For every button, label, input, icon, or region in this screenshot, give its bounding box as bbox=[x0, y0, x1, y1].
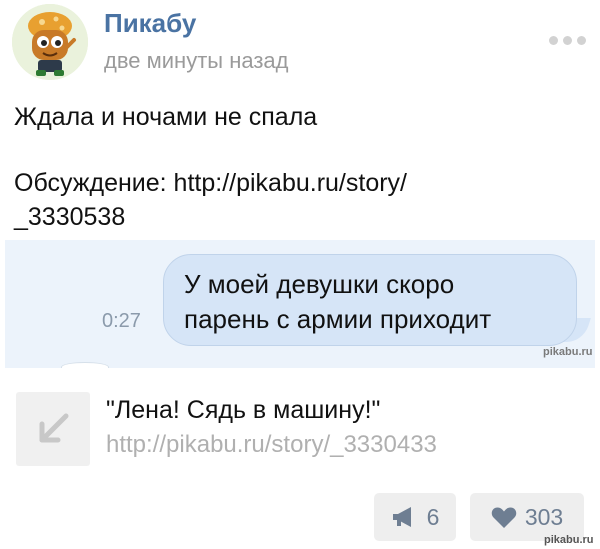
dot bbox=[577, 36, 586, 45]
chat-bubble-edge bbox=[61, 362, 109, 368]
share-button[interactable]: 6 bbox=[374, 493, 456, 541]
avatar[interactable] bbox=[12, 4, 88, 80]
message-line: У моей девушки скоро bbox=[184, 269, 455, 299]
pikabu-mascot-icon bbox=[12, 4, 88, 80]
like-count: 303 bbox=[524, 503, 564, 530]
megaphone-icon bbox=[392, 507, 411, 527]
link-title[interactable]: "Лена! Сядь в машину!" bbox=[106, 396, 380, 425]
share-count: 6 bbox=[426, 503, 440, 530]
image-watermark: pikabu.ru bbox=[543, 346, 593, 358]
message-line: парень с армии приходит bbox=[184, 304, 492, 334]
dot bbox=[563, 36, 572, 45]
post-text: Ждала и ночами не спала Обсуждение: http… bbox=[14, 100, 407, 234]
heart-icon bbox=[491, 507, 517, 528]
post-text-line: Ждала и ночами не спала bbox=[14, 103, 318, 131]
message-time: 0:27 bbox=[102, 310, 141, 332]
post-time[interactable]: две минуты назад bbox=[104, 48, 289, 74]
arrow-up-left-icon bbox=[39, 413, 69, 443]
attached-image[interactable]: 0:27 У моей девушки скоро парень с армии… bbox=[5, 240, 595, 368]
dot bbox=[549, 36, 558, 45]
message-bubble: У моей девушки скоро парень с армии прих… bbox=[163, 254, 577, 346]
link-url[interactable]: http://pikabu.ru/story/_3330433 bbox=[106, 431, 437, 459]
post-text-line[interactable]: Обсуждение: http://pikabu.ru/story/ bbox=[14, 166, 407, 200]
page-watermark: pikabu.ru bbox=[544, 534, 594, 546]
more-options-icon[interactable] bbox=[549, 36, 586, 45]
link-icon-box[interactable] bbox=[16, 392, 90, 466]
post-text-line[interactable]: _3330538 bbox=[14, 200, 407, 234]
author-name[interactable]: Пикабу bbox=[104, 8, 196, 39]
